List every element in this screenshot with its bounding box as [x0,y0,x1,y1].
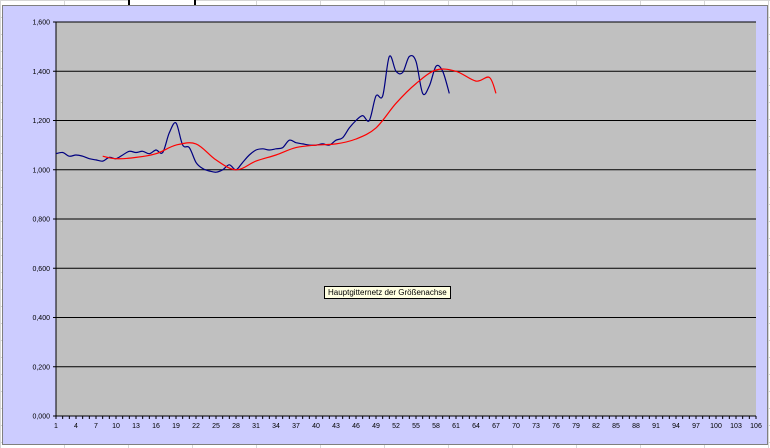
x-tick-label: 49 [372,423,380,430]
x-tick-label: 55 [412,423,420,430]
x-tick-label: 106 [750,423,762,430]
x-tick-label: 79 [572,423,580,430]
y-tick-label: 1,600 [32,20,50,27]
y-tick-label: 1,000 [32,167,50,174]
line-chart[interactable]: 0,000 0,200 0,400 0,600 0,800 1,000 1,200 1,400… [0,0,770,448]
x-tick-label: 34 [272,423,280,430]
x-tick-label: 13 [132,423,140,430]
y-tick-label: 1,200 [32,118,50,125]
x-tick-label: 100 [710,423,722,430]
x-tick-label: 46 [352,423,360,430]
x-tick-label: 58 [432,423,440,430]
x-tick-label: 88 [632,423,640,430]
x-tick-label: 91 [652,423,660,430]
x-tick-label: 94 [672,423,680,430]
y-axis-tick-labels: 0,000 0,200 0,400 0,600 0,800 1,000 1,200 1,400… [32,20,50,421]
x-tick-label: 40 [312,423,320,430]
x-tick-label: 76 [552,423,560,430]
x-tick-label: 70 [512,423,520,430]
x-tick-label: 73 [532,423,540,430]
x-tick-label: 10 [112,423,120,430]
y-tick-label: 0,800 [32,217,50,224]
x-tick-label: 37 [292,423,300,430]
x-tick-label: 19 [172,423,180,430]
x-axis-tick-labels: 1 4 7 10 13 16 19 22 25 28 31 34 37 40 43 46 49 52 55 58 61 6… [54,423,762,430]
x-tick-label: 97 [692,423,700,430]
x-tick-label: 7 [94,423,98,430]
x-tick-label: 22 [192,423,200,430]
x-tick-label: 31 [252,423,260,430]
x-tick-label: 103 [730,423,742,430]
x-tick-label: 1 [54,423,58,430]
x-tick-label: 82 [592,423,600,430]
x-tick-label: 43 [332,423,340,430]
x-tick-label: 64 [472,423,480,430]
x-tick-label: 85 [612,423,620,430]
x-tick-label: 28 [232,423,240,430]
x-tick-label: 4 [74,423,78,430]
y-tick-label: 0,200 [32,364,50,371]
x-tick-label: 25 [212,423,220,430]
x-tick-label: 61 [452,423,460,430]
y-tick-label: 0,600 [32,266,50,273]
y-tick-label: 0,000 [32,414,50,421]
x-tick-label: 16 [152,423,160,430]
gridline-tooltip: Hauptgitternetz der Größenachse [324,286,451,299]
x-tick-label: 67 [492,423,500,430]
y-tick-label: 0,400 [32,315,50,322]
y-tick-label: 1,400 [32,69,50,76]
x-tick-label: 52 [392,423,400,430]
